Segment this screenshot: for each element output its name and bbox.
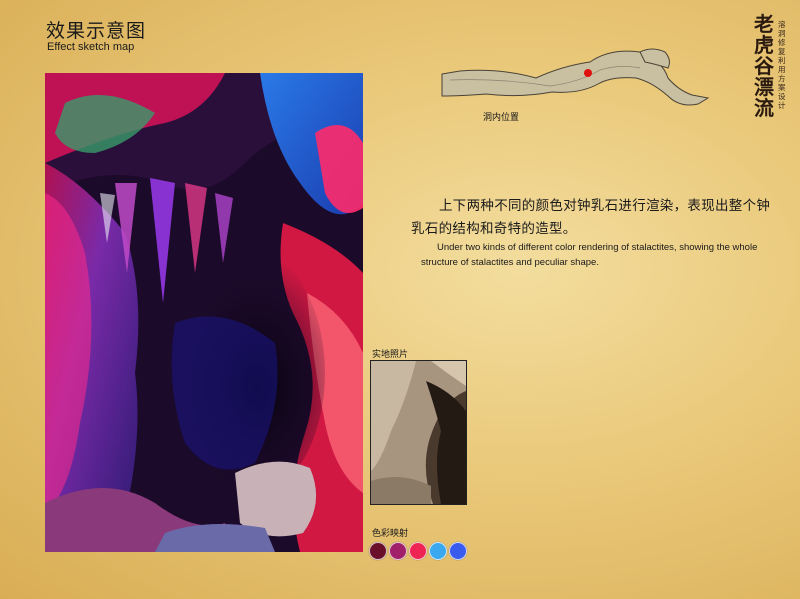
palette-label: 色彩映射 <box>372 529 409 539</box>
map-label: 洞内位置 <box>483 113 520 123</box>
effect-render-image <box>45 73 363 552</box>
real-photo <box>370 360 467 505</box>
brand-logo: 老虎谷漂流 溶洞修复利用方案设计 <box>752 14 790 119</box>
color-swatch <box>409 542 427 560</box>
real-photo-label: 实地照片 <box>372 350 409 360</box>
color-swatch <box>389 542 407 560</box>
color-palette <box>369 542 467 560</box>
color-swatch <box>369 542 387 560</box>
color-swatch <box>449 542 467 560</box>
color-swatch <box>429 542 447 560</box>
logo-title: 老虎谷漂流 <box>754 12 774 120</box>
cave-location-map <box>440 38 715 118</box>
page-subtitle: Effect sketch map <box>47 41 135 53</box>
page-title: 效果示意图 <box>46 20 147 42</box>
description-en: Under two kinds of different color rende… <box>421 242 758 268</box>
location-marker-icon <box>584 69 592 77</box>
description-cn: 上下两种不同的颜色对钟乳石进行渲染，表现出整个钟乳石的结构和奇特的造型。 <box>411 198 771 237</box>
logo-subtitle: 溶洞修复利用方案设计 <box>778 20 786 110</box>
